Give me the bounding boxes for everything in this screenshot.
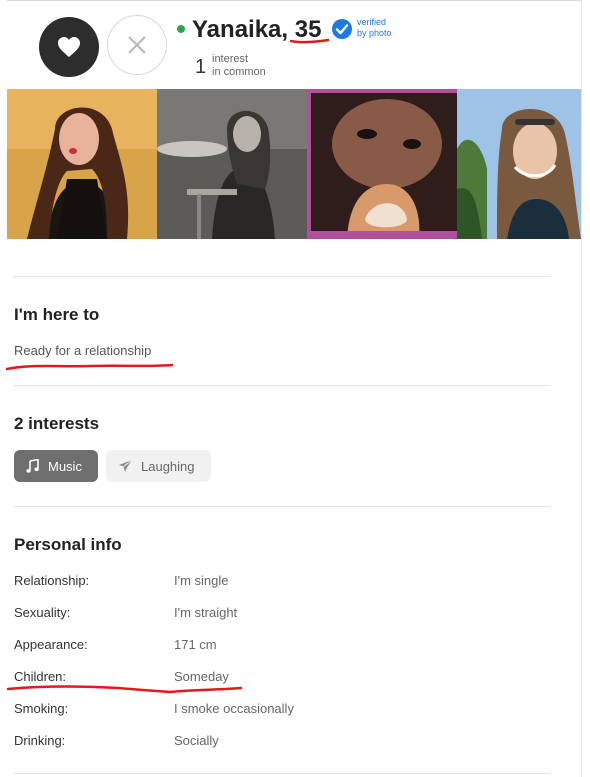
- info-row-drinking: Drinking: Socially: [14, 733, 554, 753]
- profile-photo[interactable]: [457, 89, 581, 239]
- profile-page: Yanaika, 35 verified by photo 1 interest…: [0, 0, 590, 777]
- section-divider: [13, 773, 550, 774]
- info-row-smoking: Smoking: I smoke occasionally: [14, 701, 554, 721]
- interest-chip-label: Laughing: [141, 458, 195, 474]
- section-divider: [13, 506, 550, 507]
- profile-photo[interactable]: [7, 89, 157, 239]
- verified-label[interactable]: verified by photo: [357, 17, 417, 39]
- info-value: Someday: [174, 669, 229, 684]
- profile-photo[interactable]: [307, 89, 457, 239]
- paper-plane-icon: [119, 459, 133, 472]
- music-note-icon: [26, 459, 39, 473]
- info-label: Appearance:: [14, 637, 88, 652]
- info-value: 171 cm: [174, 637, 217, 652]
- info-row-appearance: Appearance: 171 cm: [14, 637, 554, 657]
- profile-name: Yanaika, 35: [192, 14, 321, 46]
- profile-photo[interactable]: [157, 89, 307, 239]
- here-to-title: I'm here to: [14, 305, 100, 324]
- info-row-relationship: Relationship: I'm single: [14, 573, 554, 593]
- section-divider: [13, 385, 550, 386]
- info-row-sexuality: Sexuality: I'm straight: [14, 605, 554, 625]
- info-label: Children:: [14, 669, 67, 684]
- check-badge-icon: [332, 19, 352, 39]
- interests-title: 2 interests: [14, 414, 100, 433]
- annotation-underline-here-to: [5, 363, 174, 371]
- info-row-children: Children: Someday: [14, 669, 554, 689]
- info-value: Socially: [174, 733, 219, 748]
- heart-icon: [58, 37, 80, 57]
- profile-first-name: Yanaika,: [192, 16, 289, 43]
- photo-strip: [7, 89, 581, 239]
- info-label: Drinking:: [14, 733, 66, 748]
- like-button[interactable]: [39, 17, 99, 77]
- interest-chip-laughing[interactable]: Laughing: [106, 450, 211, 482]
- interests-in-common-count: 1: [195, 56, 207, 78]
- interest-chip-label: Music: [48, 458, 82, 474]
- info-label: Relationship:: [14, 573, 90, 588]
- personal-info-title: Personal info: [14, 535, 122, 554]
- common-line-1: interest: [212, 53, 249, 65]
- right-border: [581, 0, 582, 777]
- online-status-dot: [177, 25, 185, 33]
- common-line-2: in common: [212, 66, 266, 78]
- info-value: I smoke occasionally: [174, 701, 294, 716]
- dismiss-button[interactable]: [107, 15, 167, 75]
- close-icon: [128, 36, 146, 54]
- here-to-value: Ready for a relationship: [14, 343, 152, 358]
- info-value: I'm straight: [174, 605, 238, 620]
- interests-in-common-label: interest in common: [212, 53, 266, 79]
- verified-line-1: verified: [357, 17, 387, 27]
- verified-line-2: by photo: [357, 28, 392, 38]
- profile-age: 35: [294, 16, 322, 43]
- section-divider: [13, 276, 550, 277]
- info-label: Smoking:: [14, 701, 69, 716]
- interest-chip-music[interactable]: Music: [14, 450, 98, 482]
- info-value: I'm single: [174, 573, 229, 588]
- info-label: Sexuality:: [14, 605, 71, 620]
